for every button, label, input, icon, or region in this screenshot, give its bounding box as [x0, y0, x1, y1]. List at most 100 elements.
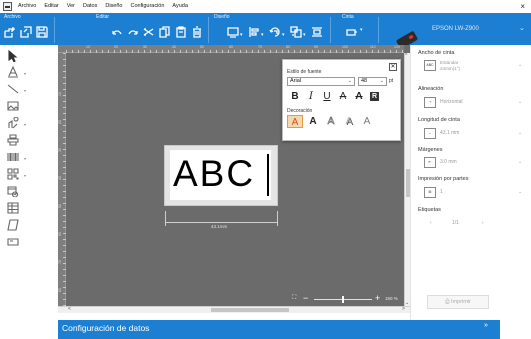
strikethrough-button[interactable]: A: [335, 90, 351, 103]
arrange-dropdown-icon[interactable]: ▾: [303, 32, 306, 38]
decoration-shadow-button[interactable]: A: [341, 115, 357, 128]
window-close-button[interactable]: ×: [520, 0, 525, 13]
labels-label: Etiquetas: [418, 207, 441, 213]
font-size-value: 48: [361, 78, 368, 84]
tape-length-select[interactable]: ↔ 43.1 mm ⌄: [424, 128, 524, 142]
rotate-button[interactable]: [268, 25, 282, 39]
print-parts-select[interactable]: ⊞ 1 ⌄: [424, 187, 524, 201]
frame-tool[interactable]: [6, 133, 20, 147]
scroll-up-icon[interactable]: ^: [405, 53, 407, 59]
redo-button[interactable]: [126, 25, 140, 39]
font-size-select[interactable]: 48 ⌄: [358, 77, 387, 86]
bold-button[interactable]: B: [287, 90, 303, 103]
menu-ayuda[interactable]: Ayuda: [168, 0, 192, 13]
menu-diseno[interactable]: Diseño: [101, 0, 126, 13]
frame-button[interactable]: [226, 25, 240, 39]
menu-ver[interactable]: Ver: [63, 0, 79, 13]
ruler-vertical-ticks: [63, 53, 66, 307]
menu-editar[interactable]: Editar: [40, 0, 62, 13]
alignment-value: Horizontal: [440, 99, 463, 105]
fit-to-window-icon[interactable]: ⛶: [292, 295, 296, 302]
text-tool[interactable]: ▾: [6, 65, 26, 79]
tape-length-icon: ↔: [424, 128, 436, 139]
scissors-icon: [143, 28, 154, 36]
tape-width-select[interactable]: ABC Estándar 24mm(1") ⌄: [424, 60, 524, 74]
font-family-select[interactable]: Arial ⌄: [287, 77, 355, 86]
copy-button[interactable]: [158, 25, 172, 39]
frame-dropdown-icon[interactable]: ▾: [240, 32, 243, 38]
qr-tool[interactable]: ▾: [6, 167, 26, 181]
printer-selector[interactable]: EPSON LW-Z900: [432, 26, 479, 32]
ruler-number: 120: [394, 45, 400, 49]
table-icon: [7, 202, 19, 214]
underline-button[interactable]: U: [319, 90, 335, 103]
margins-select[interactable]: ⇤ 3.0 mm ⌄: [424, 157, 524, 171]
paste-button[interactable]: [174, 25, 188, 39]
field-tool[interactable]: [6, 235, 20, 249]
symbol-tool[interactable]: ▾: [6, 116, 26, 130]
date-tool[interactable]: [6, 184, 20, 198]
tape-options-icon[interactable]: ▾: [360, 27, 363, 33]
print-button[interactable]: ⎙ Imprimir: [427, 295, 489, 309]
cut-button[interactable]: [142, 25, 156, 39]
italic-button[interactable]: I: [303, 90, 319, 103]
double-strike-button[interactable]: A: [351, 90, 367, 103]
align-left-icon: [249, 27, 259, 37]
zoom-slider-thumb[interactable]: [342, 296, 344, 303]
ruler-number: 50: [200, 45, 204, 49]
label-text-object[interactable]: ABC: [173, 149, 255, 199]
previous-label-icon[interactable]: ‹: [430, 220, 432, 226]
menu-configuracion[interactable]: Configuración: [126, 0, 168, 13]
decoration-light-button[interactable]: A: [359, 115, 375, 128]
tape-icon: [346, 29, 357, 36]
distribute-button[interactable]: [310, 25, 324, 39]
open-file-icon: [20, 26, 32, 38]
decoration-none-button[interactable]: A: [287, 115, 303, 128]
close-icon[interactable]: ✕: [389, 63, 397, 71]
tape-button[interactable]: [345, 25, 359, 39]
table-tool[interactable]: [6, 201, 20, 215]
select-tool[interactable]: [6, 49, 20, 63]
next-label-icon[interactable]: ›: [482, 220, 484, 226]
font-size-unit: pt: [389, 78, 394, 84]
decoration-bold-outline-button[interactable]: A: [305, 115, 321, 128]
calendar-clock-icon: [7, 186, 19, 197]
save-button[interactable]: [35, 25, 49, 39]
margins-label: Márgenes: [418, 147, 443, 153]
zoom-out-button[interactable]: −: [303, 293, 308, 303]
scroll-right-icon[interactable]: >: [402, 306, 405, 313]
undo-icon: [112, 30, 122, 35]
delete-button[interactable]: [190, 25, 204, 39]
reverse-text-button[interactable]: R: [370, 92, 379, 101]
open-button[interactable]: [19, 25, 33, 39]
rotate-icon: [269, 27, 280, 37]
alignment-label: Alineación: [418, 86, 444, 92]
new-label-button[interactable]: [3, 25, 17, 39]
chevron-down-icon: ▾: [24, 88, 27, 93]
ruler-number: 30: [143, 45, 147, 49]
tape-width-label: Ancho de cinta: [418, 50, 455, 56]
undo-button[interactable]: [110, 25, 124, 39]
arrange-button[interactable]: [289, 25, 303, 39]
rotate-dropdown-icon[interactable]: ▾: [282, 32, 285, 38]
align-dropdown-icon[interactable]: ▾: [261, 32, 264, 38]
dimension-tick-right: [277, 211, 278, 226]
shape-tool[interactable]: [6, 218, 20, 232]
horizontal-scrollbar-thumb[interactable]: [211, 308, 289, 312]
decoration-outline-button[interactable]: A: [323, 115, 339, 128]
barcode-tool[interactable]: ▾: [6, 150, 26, 164]
dimension-line: [165, 222, 277, 223]
tape-length-dimension: 43.1mm: [211, 224, 228, 229]
expand-icon[interactable]: »: [484, 322, 488, 329]
canvas-horizontal-scrollbar[interactable]: [58, 306, 410, 313]
ruler-number: 70: [258, 45, 262, 49]
menu-archivo[interactable]: Archivo: [14, 0, 40, 13]
scroll-left-icon[interactable]: <: [68, 306, 71, 313]
menu-datos[interactable]: Datos: [79, 0, 101, 13]
alignment-select[interactable]: ⇢ Horizontal ⌄: [424, 97, 524, 111]
printer-dropdown-icon[interactable]: ⌄: [519, 24, 525, 32]
line-tool[interactable]: ▾: [6, 82, 26, 96]
image-tool[interactable]: [6, 99, 20, 113]
zoom-in-button[interactable]: +: [375, 293, 380, 303]
align-button[interactable]: [247, 25, 261, 39]
